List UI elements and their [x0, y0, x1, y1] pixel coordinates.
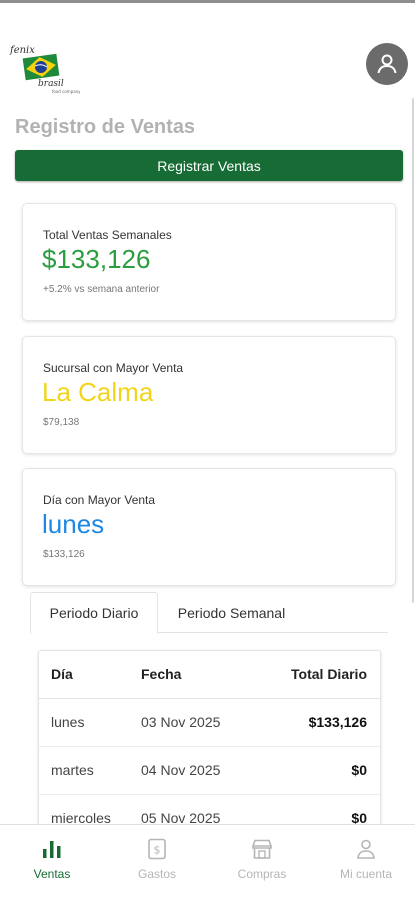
tab-periodo-diario[interactable]: Periodo Diario	[30, 592, 158, 634]
nav-gastos[interactable]: $ Gastos	[107, 825, 207, 895]
top-day-value: lunes	[42, 509, 105, 539]
cell-total: $0	[261, 746, 380, 795]
weekly-total-card: Total Ventas Semanales $133,126 +5.2% vs…	[23, 204, 395, 320]
nav-mi-cuenta[interactable]: Mi cuenta	[316, 825, 415, 895]
table-header-row: Día Fecha Total Diario	[39, 651, 380, 699]
top-branch-value: La Calma	[42, 377, 154, 407]
svg-text:fenix: fenix	[9, 45, 35, 56]
card-label: Total Ventas Semanales	[43, 228, 172, 242]
column-header-day[interactable]: Día	[39, 651, 141, 699]
bar-chart-icon	[40, 837, 64, 861]
tab-periodo-semanal[interactable]: Periodo Semanal	[160, 592, 303, 633]
top-day-card: Día con Mayor Venta lunes $133,126	[23, 469, 395, 585]
scrollbar[interactable]	[412, 98, 414, 603]
weekly-change: +5.2% vs semana anterior	[43, 284, 160, 295]
table-row[interactable]: martes 04 Nov 2025 $0	[39, 746, 380, 795]
brand-logo: fenix brasil food company	[8, 42, 81, 94]
column-header-total[interactable]: Total Diario	[261, 651, 380, 699]
top-border	[0, 0, 415, 3]
card-label: Día con Mayor Venta	[43, 493, 156, 507]
receipt-dollar-icon: $	[145, 837, 169, 861]
card-label: Sucursal con Mayor Venta	[43, 361, 184, 375]
nav-label: Ventas	[33, 867, 71, 881]
top-branch-card: Sucursal con Mayor Venta La Calma $79,13…	[23, 337, 395, 453]
nav-ventas[interactable]: Ventas	[2, 825, 102, 895]
weekly-total-value: $133,126	[42, 244, 151, 274]
nav-label: Mi cuenta	[339, 867, 393, 881]
bottom-navigation: Ventas $ Gastos Compras Mi cuenta	[0, 824, 415, 900]
nav-label: Gastos	[137, 867, 176, 881]
user-icon	[354, 837, 378, 861]
page-title: Registro de Ventas	[15, 116, 196, 138]
svg-text:food company: food company	[52, 89, 80, 94]
user-avatar-icon[interactable]	[366, 43, 408, 85]
svg-text:brasil: brasil	[38, 79, 64, 89]
table-row[interactable]: lunes 03 Nov 2025 $133,126	[39, 698, 380, 747]
period-tabs: Periodo Diario Periodo Semanal	[30, 592, 388, 634]
cell-total: $133,126	[261, 698, 380, 747]
nav-label: Compras	[237, 867, 287, 881]
top-branch-amount: $79,138	[43, 417, 80, 428]
top-day-amount: $133,126	[43, 549, 85, 560]
daily-sales-table: Día Fecha Total Diario lunes 03 Nov 2025…	[38, 650, 381, 840]
register-sales-button[interactable]: Registrar Ventas	[15, 150, 403, 181]
cell-day: martes	[39, 746, 141, 795]
svg-text:$: $	[154, 844, 161, 857]
storefront-icon	[250, 837, 274, 861]
cell-date: 04 Nov 2025	[141, 746, 261, 795]
header: fenix brasil food company	[0, 38, 415, 98]
cell-date: 03 Nov 2025	[141, 698, 261, 747]
nav-compras[interactable]: Compras	[212, 825, 312, 895]
column-header-date[interactable]: Fecha	[141, 651, 261, 699]
cell-day: lunes	[39, 698, 141, 747]
